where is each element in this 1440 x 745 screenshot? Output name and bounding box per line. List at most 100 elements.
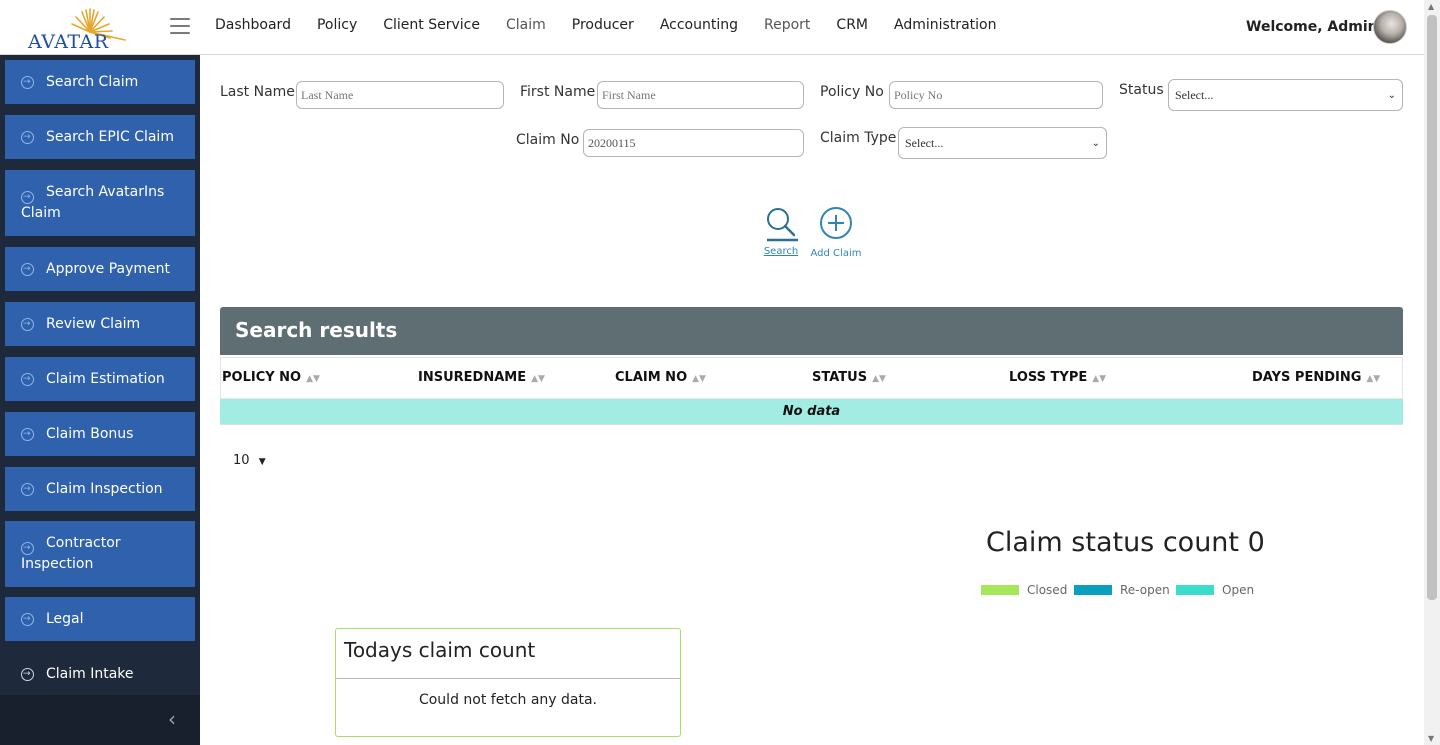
nav-dashboard[interactable]: Dashboard — [215, 17, 291, 33]
arrow-circle-icon — [21, 424, 34, 445]
sort-icon: ▲▼ — [872, 374, 886, 384]
arrow-circle-icon — [21, 369, 34, 390]
sidebar-item-search-epic-claim[interactable]: Search EPIC Claim — [5, 115, 195, 159]
sidebar-item-label: Claim Inspection — [46, 480, 163, 497]
page-size-dropdown[interactable]: 10 ▼ — [233, 453, 266, 468]
legend-label: Re-open — [1120, 583, 1170, 597]
avatar-logo[interactable]: AVATAR — [24, 6, 134, 53]
nav-report[interactable]: Report — [764, 17, 810, 33]
last-name-input[interactable] — [296, 81, 504, 109]
page-size-value: 10 — [233, 453, 250, 468]
welcome-text: Welcome, Admin — [1246, 19, 1378, 35]
add-circle-icon — [820, 207, 852, 239]
sidebar-item-label: Search AvatarIns Claim — [21, 184, 165, 221]
col-insuredname[interactable]: INSUREDNAME ▲▼ — [418, 370, 545, 385]
search-button[interactable]: Search — [762, 205, 800, 257]
sidebar-item-label: Claim Bonus — [46, 425, 134, 442]
chevron-left-icon: ‹ — [168, 707, 176, 731]
first-name-label: First Name : — [520, 84, 605, 100]
search-label: Search — [763, 246, 799, 257]
add-claim-button[interactable]: Add Claim — [810, 207, 862, 259]
nav-administration[interactable]: Administration — [894, 17, 996, 33]
results-title: Search results — [220, 307, 1403, 355]
sidebar-item-label: Approve Payment — [46, 260, 171, 277]
user-avatar[interactable] — [1373, 10, 1407, 44]
claim-type-selected-value: Select... — [905, 135, 944, 150]
arrow-circle-icon — [21, 187, 34, 208]
status-label: Status : — [1119, 82, 1173, 98]
sidebar-item-label: Legal — [46, 610, 84, 627]
sidebar-item-review-claim[interactable]: Review Claim — [5, 302, 195, 346]
nav-client-service[interactable]: Client Service — [383, 17, 480, 33]
sidebar-item-claim-inspection[interactable]: Claim Inspection — [5, 467, 195, 511]
scroll-down-icon[interactable]: ▼ — [1428, 734, 1434, 743]
sidebar-item-approve-payment[interactable]: Approve Payment — [5, 247, 195, 291]
last-name-label: Last Name : — [220, 84, 305, 100]
arrow-circle-icon — [21, 72, 34, 93]
logo-text: AVATAR — [28, 31, 109, 53]
top-header: AVATAR Dashboard Policy Client Service C… — [0, 0, 1424, 55]
sidebar-item-contractor-inspection[interactable]: Contractor Inspection — [5, 521, 195, 587]
nav-claim[interactable]: Claim — [506, 17, 546, 33]
no-data-row: No data — [220, 399, 1403, 425]
claim-type-label: Claim Type : — [820, 130, 906, 146]
sidebar-item-label: Search EPIC Claim — [46, 128, 174, 145]
chevron-down-icon: ⌄ — [1091, 137, 1100, 149]
sort-icon: ▲▼ — [306, 374, 320, 384]
legend-open[interactable]: Open — [1176, 583, 1254, 597]
legend-label: Closed — [1027, 583, 1068, 597]
nav-policy[interactable]: Policy — [317, 17, 357, 33]
nav-accounting[interactable]: Accounting — [660, 17, 738, 33]
first-name-input[interactable] — [597, 81, 804, 109]
sidebar-item-search-claim[interactable]: Search Claim — [5, 60, 195, 104]
col-status[interactable]: STATUS ▲▼ — [812, 370, 886, 385]
claim-type-select[interactable]: Select... ⌄ — [898, 127, 1107, 159]
legend-closed[interactable]: Closed — [981, 583, 1067, 597]
claim-no-label: Claim No : — [516, 132, 589, 148]
results-table-header: POLICY NO ▲▼ INSUREDNAME ▲▼ CLAIM NO ▲▼ STA… — [220, 357, 1403, 399]
sidebar-collapse-button[interactable]: ‹ — [0, 695, 200, 745]
scrollbar-thumb[interactable] — [1427, 15, 1437, 600]
arrow-circle-icon — [21, 259, 34, 280]
sidebar-item-search-avatarins-claim[interactable]: Search AvatarIns Claim — [5, 170, 195, 236]
page-scrollbar[interactable]: ▲ ▼ — [1424, 0, 1440, 745]
policy-no-input[interactable] — [889, 81, 1103, 109]
col-loss-type[interactable]: LOSS TYPE ▲▼ — [1009, 370, 1106, 385]
col-days-pending[interactable]: DAYS PENDING ▲▼ — [1252, 370, 1380, 385]
legend-re-open[interactable]: Re-open — [1074, 583, 1170, 597]
top-nav: Dashboard Policy Client Service Claim Pr… — [215, 17, 1022, 33]
col-policy-no[interactable]: POLICY NO ▲▼ — [222, 370, 320, 385]
todays-claim-card: Todays claim count Could not fetch any d… — [335, 628, 681, 737]
sidebar-item-label: Claim Estimation — [46, 370, 165, 387]
arrow-circle-icon — [21, 479, 34, 500]
scroll-up-icon[interactable]: ▲ — [1428, 2, 1434, 11]
sidebar-item-label: Search Claim — [46, 73, 139, 90]
nav-producer[interactable]: Producer — [572, 17, 634, 33]
col-claim-no[interactable]: CLAIM NO ▲▼ — [615, 370, 706, 385]
chart-title: Claim status count 0 — [986, 527, 1265, 558]
nav-crm[interactable]: CRM — [836, 17, 868, 33]
arrow-circle-icon — [21, 609, 34, 630]
card-message: Could not fetch any data. — [418, 692, 598, 708]
arrow-circle-icon — [21, 664, 34, 685]
claim-no-input[interactable] — [583, 129, 804, 157]
sidebar-item-claim-intake[interactable]: Claim Intake — [5, 652, 195, 696]
arrow-circle-icon — [21, 127, 34, 148]
sort-icon: ▲▼ — [1092, 374, 1107, 384]
sidebar-item-label: Claim Intake — [46, 665, 134, 682]
add-claim-label: Add Claim — [810, 248, 862, 259]
legend-swatch — [1176, 585, 1214, 595]
legend-label: Open — [1222, 583, 1255, 597]
sidebar: Search Claim Search EPIC Claim Search Av… — [0, 55, 200, 745]
sort-icon: ▲▼ — [531, 374, 545, 384]
status-select[interactable]: Select... ⌄ — [1168, 79, 1403, 111]
menu-toggle-icon[interactable] — [170, 18, 190, 36]
status-selected-value: Select... — [1175, 87, 1214, 102]
search-icon — [767, 208, 798, 242]
legend-swatch — [1074, 585, 1112, 595]
legend-swatch — [981, 585, 1019, 595]
sidebar-item-legal[interactable]: Legal — [5, 597, 195, 641]
sidebar-item-claim-estimation[interactable]: Claim Estimation — [5, 357, 195, 401]
sidebar-item-claim-bonus[interactable]: Claim Bonus — [5, 412, 195, 456]
sidebar-item-label: Contractor Inspection — [21, 535, 121, 572]
